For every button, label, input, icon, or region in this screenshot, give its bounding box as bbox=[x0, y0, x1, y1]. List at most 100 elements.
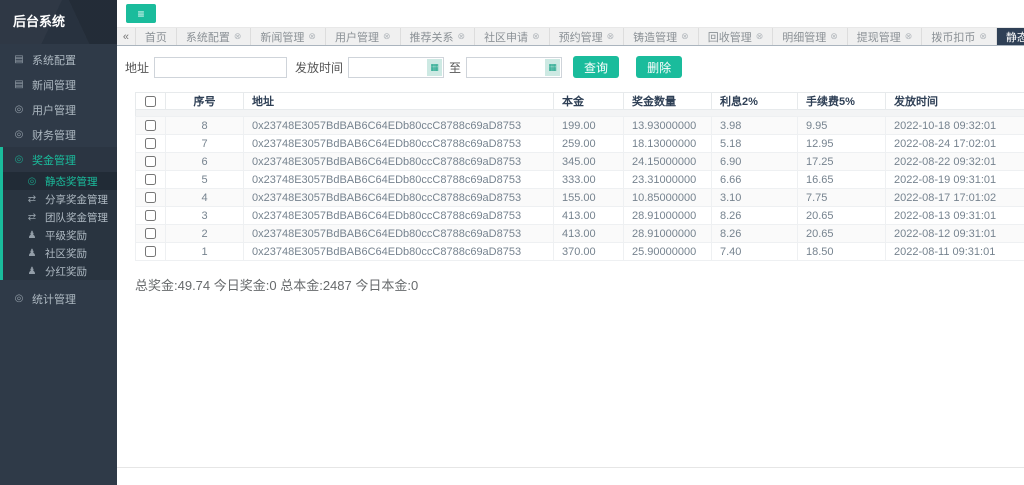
hamburger-icon: ≡ bbox=[137, 7, 144, 21]
sidebar-menu-item[interactable]: ◎ 统计管理 bbox=[0, 286, 117, 311]
row-checkbox[interactable] bbox=[145, 156, 156, 167]
cell-bonus: 23.31000000 bbox=[624, 171, 712, 189]
sidebar-menu-item[interactable]: ◎ 奖金管理 bbox=[0, 147, 117, 172]
tab[interactable]: 系统配置 ⊗ bbox=[177, 28, 252, 45]
cell-serial: 6 bbox=[166, 153, 244, 171]
tab[interactable]: 提现管理 ⊗ bbox=[848, 28, 923, 45]
tab-label: 提现管理 bbox=[857, 29, 901, 45]
tab[interactable]: 预约管理 ⊗ bbox=[550, 28, 625, 45]
cell-principal: 199.00 bbox=[554, 117, 624, 135]
header-address: 地址 bbox=[244, 93, 554, 110]
row-checkbox[interactable] bbox=[145, 228, 156, 239]
sidebar-menu-item[interactable]: ⇄ 团队奖金管理 bbox=[0, 208, 117, 226]
tab[interactable]: 推荐关系 ⊗ bbox=[401, 28, 476, 45]
cell-bonus: 28.91000000 bbox=[624, 207, 712, 225]
sidebar-menu-item[interactable]: ▤ 系统配置 bbox=[0, 47, 117, 72]
cell-interest: 6.90 bbox=[712, 153, 798, 171]
tab[interactable]: 回收管理 ⊗ bbox=[699, 28, 774, 45]
tab[interactable]: 社区申请 ⊗ bbox=[475, 28, 550, 45]
cell-address: 0x23748E3057BdBAB6C64EDb80ccC8788c69aD87… bbox=[244, 135, 554, 153]
tab[interactable]: 拨币扣币 ⊗ bbox=[922, 28, 997, 45]
to-label: 至 bbox=[449, 59, 461, 76]
row-checkbox[interactable] bbox=[145, 138, 156, 149]
tab-label: 推荐关系 bbox=[410, 29, 454, 45]
sidebar-menu-item[interactable]: ♟ 分红奖励 bbox=[0, 262, 117, 280]
issue-time-label: 发放时间 bbox=[295, 59, 343, 76]
sidebar: 后台系统 ▤ 系统配置 ▤ 新闻管理 ◎ 用户管理 ◎ bbox=[0, 0, 117, 485]
tabs-collapse-button[interactable]: « bbox=[117, 28, 136, 45]
cell-serial: 5 bbox=[166, 171, 244, 189]
time-from-input[interactable] bbox=[349, 59, 427, 76]
select-all-checkbox[interactable] bbox=[145, 96, 156, 107]
calendar-icon[interactable]: ▦ bbox=[427, 59, 442, 76]
row-checkbox[interactable] bbox=[145, 174, 156, 185]
tab-close-icon[interactable]: ⊗ bbox=[308, 31, 316, 42]
tab-label: 新闻管理 bbox=[260, 29, 304, 45]
tab-close-icon[interactable]: ⊗ bbox=[458, 31, 466, 42]
sidebar-menu: ▤ 系统配置 ▤ 新闻管理 ◎ 用户管理 ◎ 财务管理 bbox=[0, 44, 117, 311]
tab-close-icon[interactable]: ⊗ bbox=[607, 31, 615, 42]
cell-address: 0x23748E3057BdBAB6C64EDb80ccC8788c69aD87… bbox=[244, 117, 554, 135]
sidebar-item-label: 统计管理 bbox=[32, 291, 76, 307]
cell-interest: 8.26 bbox=[712, 225, 798, 243]
cell-interest: 5.18 bbox=[712, 135, 798, 153]
row-checkbox[interactable] bbox=[145, 246, 156, 257]
tab[interactable]: 铸造管理 ⊗ bbox=[624, 28, 699, 45]
address-input[interactable] bbox=[154, 57, 287, 78]
sidebar-toggle-button[interactable]: ≡ bbox=[126, 4, 156, 23]
cell-address: 0x23748E3057BdBAB6C64EDb80ccC8788c69aD87… bbox=[244, 171, 554, 189]
tab-label: 系统配置 bbox=[186, 29, 230, 45]
table-row: 1 0x23748E3057BdBAB6C64EDb80ccC8788c69aD… bbox=[136, 243, 1024, 261]
sidebar-item-label: 静态奖管理 bbox=[45, 174, 98, 189]
tab[interactable]: 用户管理 ⊗ bbox=[326, 28, 401, 45]
cell-principal: 333.00 bbox=[554, 171, 624, 189]
row-checkbox[interactable] bbox=[145, 210, 156, 221]
cell-time: 2022-08-11 09:31:01 bbox=[886, 243, 1024, 261]
sidebar-menu-item[interactable]: ♟ 社区奖励 bbox=[0, 244, 117, 262]
tab-close-icon[interactable]: ⊗ bbox=[830, 31, 838, 42]
delete-button[interactable]: 删除 bbox=[636, 56, 682, 78]
table-row: 6 0x23748E3057BdBAB6C64EDb80ccC8788c69aD… bbox=[136, 153, 1024, 171]
cell-bonus: 28.91000000 bbox=[624, 225, 712, 243]
tab-close-icon[interactable]: ⊗ bbox=[979, 31, 987, 42]
users-icon: ♟ bbox=[26, 248, 38, 259]
power-icon: ◎ bbox=[13, 154, 25, 165]
power-icon: ◎ bbox=[13, 293, 25, 304]
tab-close-icon[interactable]: ⊗ bbox=[234, 31, 242, 42]
tab-close-icon[interactable]: ⊗ bbox=[383, 31, 391, 42]
cell-interest: 8.26 bbox=[712, 207, 798, 225]
search-button[interactable]: 查询 bbox=[573, 56, 619, 78]
cell-principal: 370.00 bbox=[554, 243, 624, 261]
tab-close-icon[interactable]: ⊗ bbox=[532, 31, 540, 42]
tab-label: 首页 bbox=[145, 29, 167, 45]
tab-list: 首页 系统配置 ⊗ 新闻管理 ⊗ 用户管理 bbox=[136, 28, 1024, 45]
tab-close-icon[interactable]: ⊗ bbox=[681, 31, 689, 42]
sidebar-item-label: 平级奖励 bbox=[45, 228, 87, 243]
sidebar-menu-item[interactable]: ◎ 静态奖管理 bbox=[0, 172, 117, 190]
sidebar-menu-item[interactable]: ▤ 新闻管理 bbox=[0, 72, 117, 97]
sidebar-menu-item[interactable]: ⇄ 分享奖金管理 bbox=[0, 190, 117, 208]
cell-time: 2022-08-13 09:31:01 bbox=[886, 207, 1024, 225]
cell-interest: 3.10 bbox=[712, 189, 798, 207]
cell-interest: 7.40 bbox=[712, 243, 798, 261]
sidebar-item-label: 社区奖励 bbox=[45, 246, 87, 261]
tab[interactable]: 首页 bbox=[136, 28, 177, 45]
calendar-icon[interactable]: ▦ bbox=[545, 59, 560, 76]
sidebar-menu-item[interactable]: ♟ 平级奖励 bbox=[0, 226, 117, 244]
tab[interactable]: 静态奖管理 ⊗ bbox=[997, 28, 1024, 45]
tab[interactable]: 新闻管理 ⊗ bbox=[251, 28, 326, 45]
tab-close-icon[interactable]: ⊗ bbox=[905, 31, 913, 42]
app-root: 后台系统 ▤ 系统配置 ▤ 新闻管理 ◎ 用户管理 ◎ bbox=[0, 0, 1024, 485]
tab-close-icon[interactable]: ⊗ bbox=[756, 31, 764, 42]
shuffle-icon: ⇄ bbox=[26, 212, 38, 223]
sidebar-menu-item[interactable]: ◎ 用户管理 bbox=[0, 97, 117, 122]
cell-fee: 17.25 bbox=[798, 153, 886, 171]
row-checkbox[interactable] bbox=[145, 192, 156, 203]
sidebar-item-label: 分享奖金管理 bbox=[45, 192, 108, 207]
cell-serial: 4 bbox=[166, 189, 244, 207]
tab[interactable]: 明细管理 ⊗ bbox=[773, 28, 848, 45]
time-to-input[interactable] bbox=[467, 59, 545, 76]
shuffle-icon: ⇄ bbox=[26, 194, 38, 205]
row-checkbox[interactable] bbox=[145, 120, 156, 131]
sidebar-menu-item[interactable]: ◎ 财务管理 bbox=[0, 122, 117, 147]
